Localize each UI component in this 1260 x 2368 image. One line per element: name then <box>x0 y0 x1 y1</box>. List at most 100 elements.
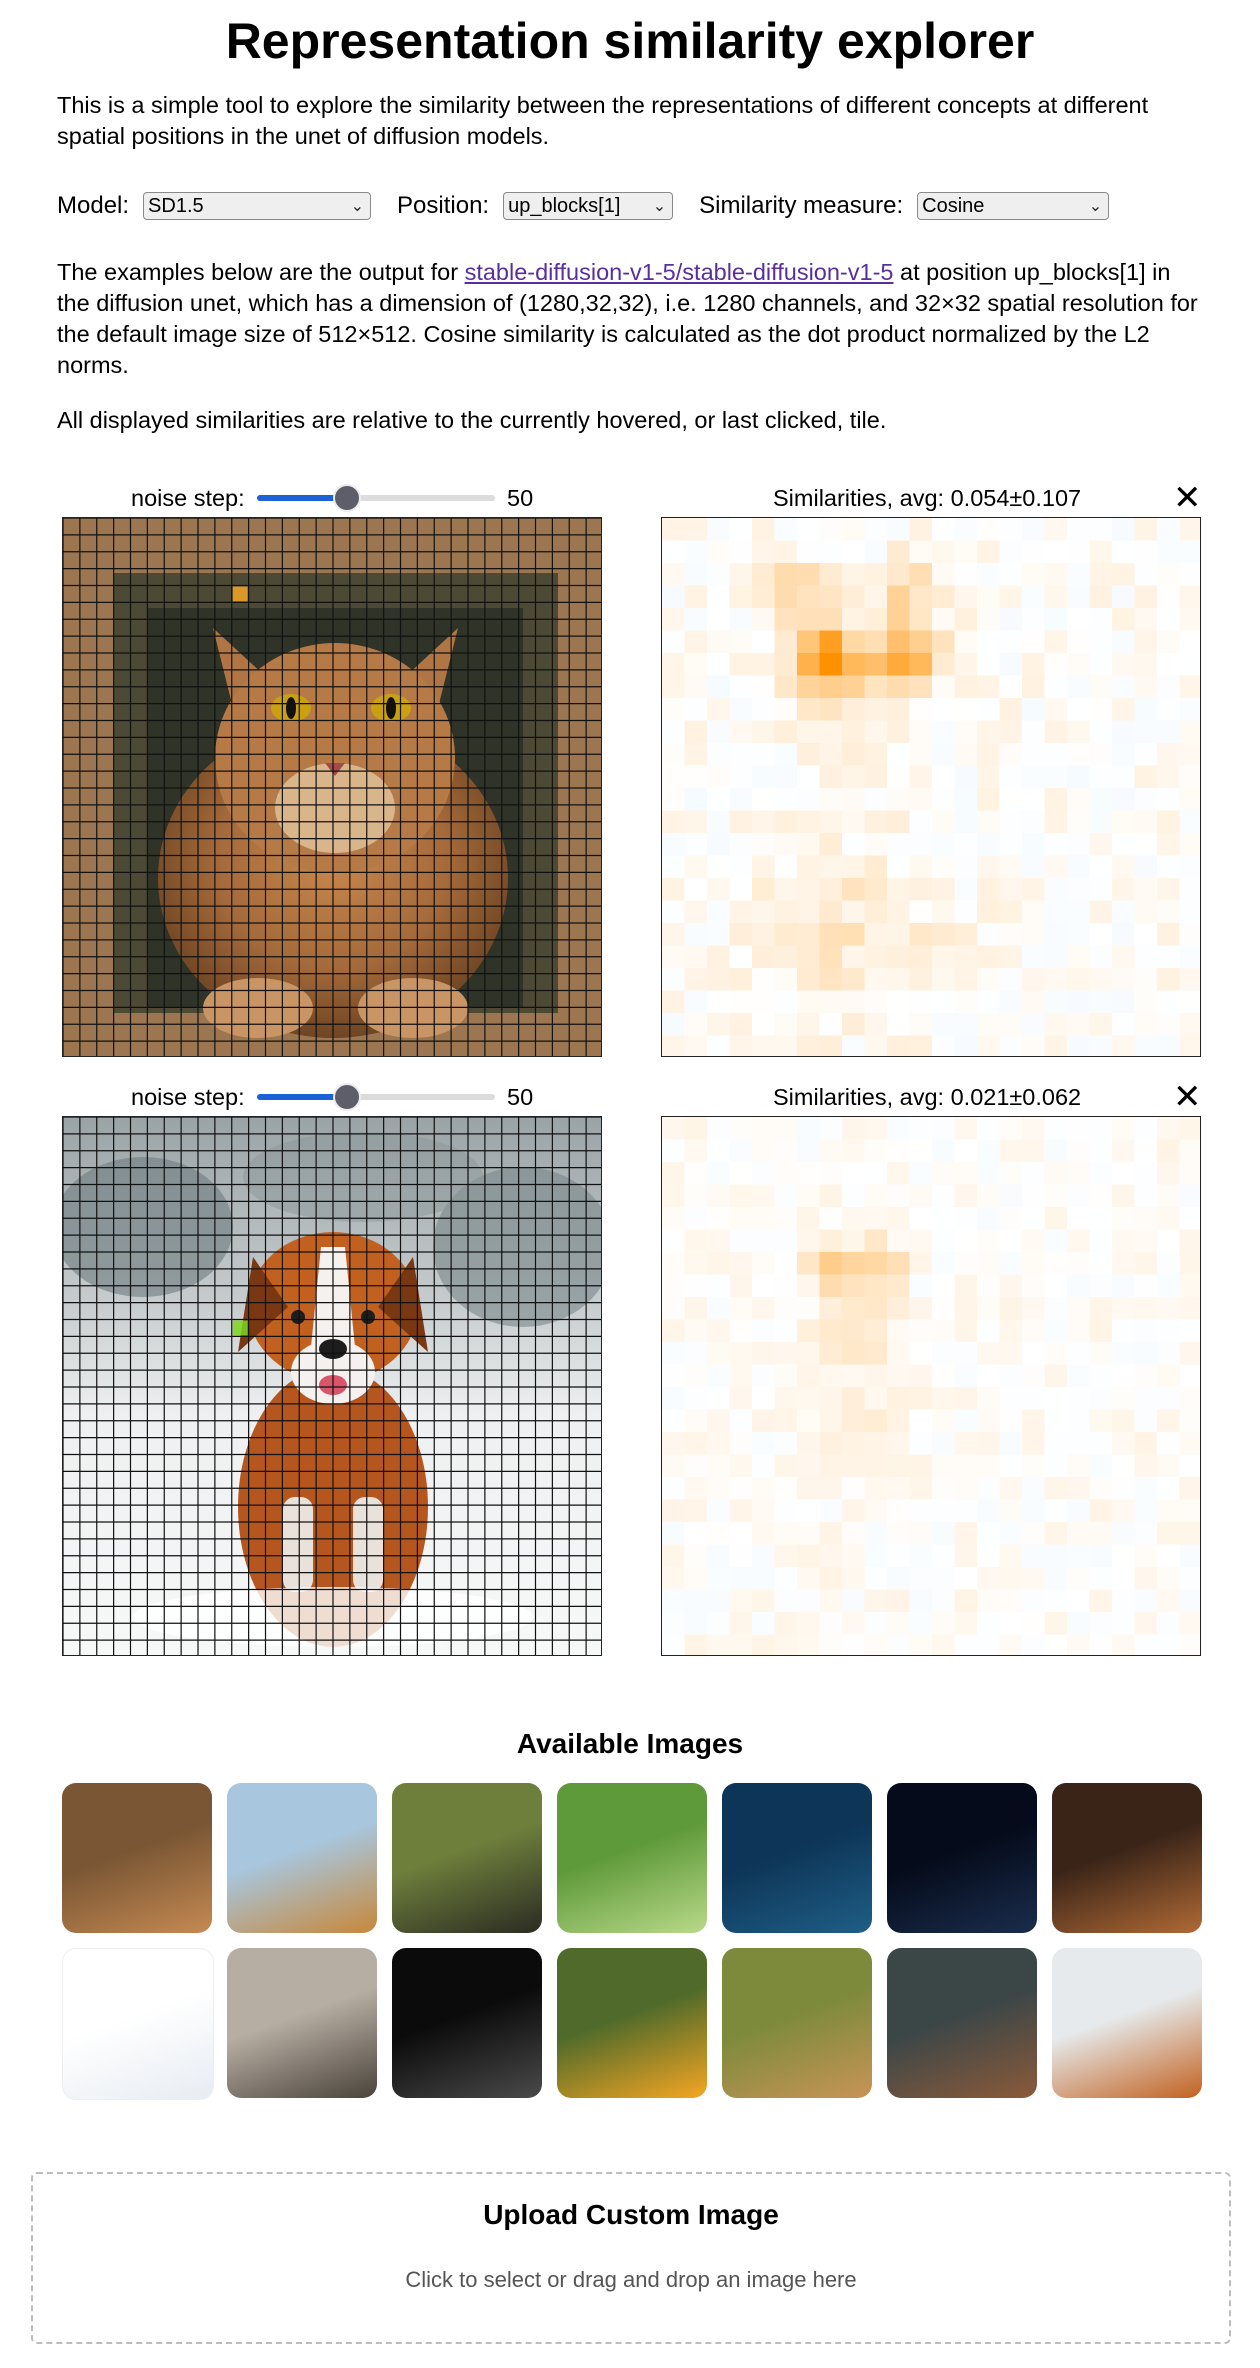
heatmap-cell <box>797 540 820 564</box>
heatmap-cell <box>1022 585 1045 609</box>
heatmap-cell <box>1112 1117 1135 1140</box>
heatmap-cell <box>774 810 798 834</box>
heatmap-cell <box>909 608 933 631</box>
heatmap-cell <box>1044 675 1068 699</box>
gallery-thumbnail-steampunk-interior[interactable] <box>1052 1783 1202 1933</box>
heatmap-cell <box>774 1477 798 1500</box>
heatmap-cell <box>1067 788 1090 811</box>
noise-step-slider[interactable] <box>257 483 495 513</box>
slider-thumb[interactable] <box>332 484 361 512</box>
model-select[interactable]: SD1.5 ⌄ <box>143 192 372 220</box>
gallery-thumbnail-night-storm[interactable] <box>887 1783 1037 1933</box>
heatmap-cell <box>932 1229 955 1253</box>
close-icon[interactable]: ✕ <box>1173 481 1202 515</box>
noise-step-slider[interactable] <box>257 1082 495 1112</box>
heatmap-cell <box>1112 788 1135 811</box>
gallery-thumbnail-cat-in-frame[interactable] <box>62 1783 212 1933</box>
measure-select[interactable]: Cosine ⌄ <box>917 192 1110 220</box>
heatmap-cell <box>1067 1387 1090 1410</box>
heatmap-cell <box>774 968 798 991</box>
gallery-thumbnail-butterfly-flower[interactable] <box>557 1948 707 2098</box>
heatmap-cell <box>1112 540 1135 564</box>
heatmap-cell <box>1067 900 1090 924</box>
heatmap-cell <box>707 1252 730 1275</box>
heatmap-cell <box>1179 990 1200 1014</box>
model-link[interactable]: stable-diffusion-v1-5/stable-diffusion-v… <box>465 259 894 285</box>
slider-thumb[interactable] <box>332 1083 361 1111</box>
heatmap-cell <box>1089 1409 1113 1433</box>
heatmap-cell <box>887 1364 910 1388</box>
heatmap-cell <box>729 585 753 609</box>
heatmap-cell <box>729 1409 753 1433</box>
gallery-thumbnail-mountain-river[interactable] <box>227 1783 377 1933</box>
heatmap-cell <box>864 788 888 811</box>
heatmap-cell <box>819 923 843 946</box>
heatmap-cell <box>887 1013 910 1036</box>
heatmap-cell <box>1044 1589 1068 1613</box>
heatmap-cell <box>977 855 1000 879</box>
heatmap-cell <box>954 1342 978 1365</box>
heatmap-cell <box>1044 1432 1068 1455</box>
heatmap-cell <box>932 1274 955 1298</box>
heatmap-cell <box>684 1454 708 1478</box>
heatmap-cell <box>909 855 933 879</box>
heatmap-cell <box>977 1229 1000 1253</box>
heatmap-cell <box>1044 945 1068 969</box>
heatmap-cell <box>842 1035 865 1056</box>
heatmap-cell <box>1067 1274 1090 1298</box>
heatmap-cell <box>1089 788 1113 811</box>
heatmap-cell <box>752 810 775 834</box>
heatmap-cell <box>977 1162 1000 1185</box>
heatmap-cell <box>707 765 730 789</box>
heatmap-cell <box>707 1297 730 1320</box>
upload-dropzone[interactable]: Upload Custom Image Click to select or d… <box>31 2172 1231 2344</box>
gallery-thumbnail-cabin-woods[interactable] <box>887 1948 1037 2098</box>
heatmap-cell <box>729 1634 753 1655</box>
similarity-label: Similarities, avg: 0.021±0.062 <box>773 1084 1082 1110</box>
heatmap-cell <box>1022 1342 1045 1365</box>
heatmap-cell <box>729 608 753 631</box>
heatmap-cell <box>864 1319 888 1343</box>
heatmap-cell <box>1157 1184 1180 1208</box>
gallery-thumbnail-screenshot[interactable] <box>62 1948 214 2100</box>
selected-tile[interactable] <box>232 1320 248 1336</box>
source-image-panel[interactable] <box>62 1116 602 1656</box>
heatmap-cell <box>819 1319 843 1343</box>
heatmap-cell <box>707 1319 730 1343</box>
close-icon[interactable]: ✕ <box>1173 1080 1202 1114</box>
gallery-thumbnail-samurai[interactable] <box>227 1948 377 2098</box>
heatmap-cell <box>797 608 820 631</box>
heatmap-cell <box>932 630 955 654</box>
source-image-panel[interactable] <box>62 517 602 1057</box>
heatmap-cell <box>752 878 775 901</box>
gallery-thumbnail-whale-ocean[interactable] <box>722 1783 872 1933</box>
heatmap-cell <box>1022 630 1045 654</box>
heatmap-cell <box>819 630 843 654</box>
heatmap-cell <box>707 585 730 609</box>
heatmap-cell <box>819 810 843 834</box>
selected-tile[interactable] <box>232 586 248 602</box>
heatmap-cell <box>887 1567 910 1590</box>
gallery-thumbnail-lightning-dark[interactable] <box>392 1948 542 2098</box>
heatmap-cell <box>662 743 685 766</box>
gallery-thumbnail-green-forest[interactable] <box>557 1783 707 1933</box>
description-text: The examples below are the output for st… <box>57 257 1207 381</box>
heatmap-cell <box>819 1409 843 1433</box>
heatmap-cell <box>1022 1567 1045 1590</box>
heatmap-cell <box>684 698 708 721</box>
heatmap-cell <box>1089 833 1113 856</box>
heatmap-cell <box>819 1454 843 1478</box>
heatmap-cell <box>999 630 1023 654</box>
gallery-thumbnail-black-cat-grass[interactable] <box>392 1783 542 1933</box>
heatmap-cell <box>707 1454 730 1478</box>
gallery-thumbnail-dog-snow[interactable] <box>1052 1948 1202 2098</box>
heatmap-cell <box>842 1454 865 1478</box>
heatmap-cell <box>1022 765 1045 789</box>
heatmap-cell <box>1022 1387 1045 1410</box>
gallery-thumbnail-cats-grass[interactable] <box>722 1948 872 2098</box>
heatmap-cell <box>774 788 798 811</box>
heatmap-cell <box>1179 900 1200 924</box>
heatmap-cell <box>864 1499 888 1523</box>
position-select[interactable]: up_blocks[1] ⌄ <box>503 192 674 220</box>
heatmap-cell <box>1089 1432 1113 1455</box>
